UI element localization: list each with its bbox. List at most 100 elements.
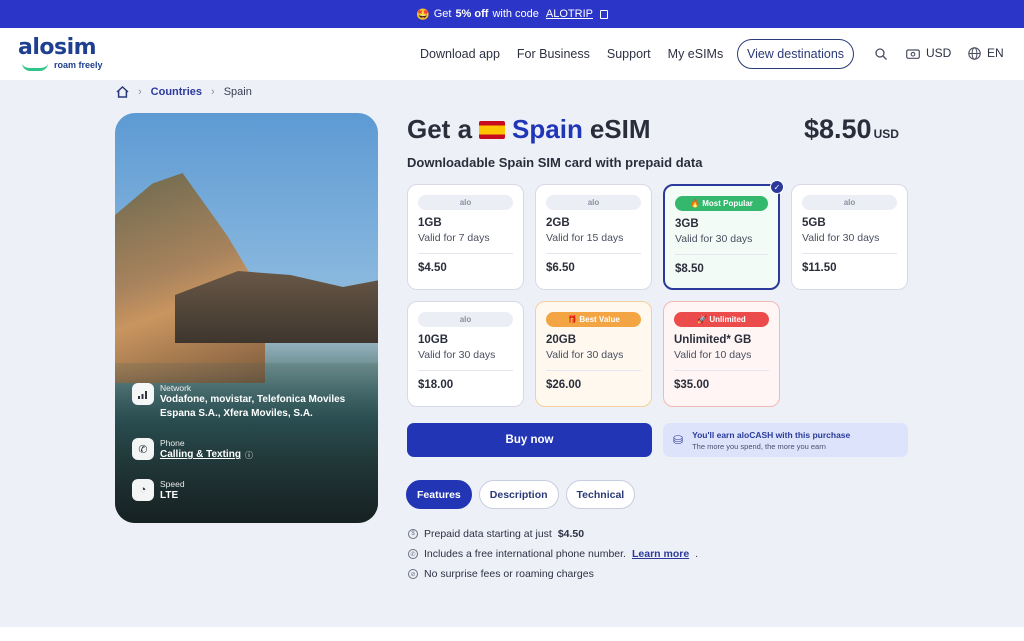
currency-selector[interactable]: USD — [906, 46, 951, 60]
plan-data: 5GB — [802, 217, 826, 229]
logo-tagline: roam freely — [54, 60, 103, 70]
learn-more-link[interactable]: Learn more — [632, 548, 689, 560]
divider — [418, 253, 513, 254]
alo-badge: alo — [546, 195, 641, 210]
price-value: $8.50 — [804, 114, 872, 144]
alo-badge: alo — [418, 312, 513, 327]
nav-support[interactable]: Support — [607, 47, 651, 61]
buy-now-button[interactable]: Buy now — [407, 423, 652, 457]
tab-technical[interactable]: Technical — [565, 480, 636, 509]
language-selector[interactable]: EN — [968, 46, 1004, 60]
promo-banner: 🤩 Get 5% off with code ALOTRIP — [0, 0, 1024, 28]
search-icon[interactable] — [875, 48, 887, 60]
plan-card-2gb[interactable]: alo 2GB Valid for 15 days $6.50 — [535, 184, 652, 290]
plan-validity: Valid for 30 days — [418, 349, 496, 361]
phone-value[interactable]: Calling & Texting — [160, 448, 241, 462]
feature-prepaid-price: $4.50 — [557, 528, 585, 540]
destination-image: Network Vodafone, movistar, Telefonica M… — [115, 113, 378, 523]
nav-download-app[interactable]: Download app — [420, 47, 500, 61]
plan-validity: Valid for 30 days — [546, 349, 624, 361]
breadcrumb-countries[interactable]: Countries — [151, 86, 202, 98]
nav-my-esims[interactable]: My eSIMs — [668, 47, 724, 61]
divider — [546, 253, 641, 254]
price-unit: USD — [873, 127, 899, 141]
speed-label: Speed — [160, 479, 185, 489]
divider — [674, 370, 769, 371]
logo-smile-icon — [22, 63, 48, 71]
title-esim: eSIM — [589, 114, 651, 144]
plan-validity: Valid for 30 days — [675, 233, 753, 245]
page-title: Get a Spain eSIM — [407, 114, 651, 145]
nav-links: Download app For Business Support My eSI… — [420, 28, 723, 80]
feature-no-fees-text: No surprise fees or roaming charges — [424, 568, 594, 580]
feature-no-fees: ⊘ No surprise fees or roaming charges — [408, 568, 594, 580]
plan-card-3gb[interactable]: ✓ 🔥 Most Popular 3GB Valid for 30 days $… — [663, 180, 784, 290]
most-popular-badge: 🔥 Most Popular — [675, 196, 768, 211]
network-info: Network Vodafone, movistar, Telefonica M… — [132, 383, 360, 421]
unlimited-badge: 🚀 Unlimited — [674, 312, 769, 327]
plan-data: 2GB — [546, 217, 570, 229]
no-fees-icon: ⊘ — [408, 569, 418, 579]
plan-validity: Valid for 7 days — [418, 232, 490, 244]
nav-for-business[interactable]: For Business — [517, 47, 590, 61]
promo-code[interactable]: ALOTRIP — [546, 8, 593, 20]
plan-card-1gb[interactable]: alo 1GB Valid for 7 days $4.50 — [407, 184, 524, 290]
promo-emoji: 🤩 — [416, 8, 430, 21]
chevron-right-icon: › — [211, 86, 215, 98]
spain-flag-icon — [479, 120, 506, 139]
plan-data: 3GB — [675, 218, 699, 230]
promo-mid: with code — [492, 8, 539, 20]
alo-badge: alo — [418, 195, 513, 210]
promo-offer: 5% off — [455, 8, 489, 20]
plan-price: $11.50 — [802, 262, 837, 274]
plan-validity: Valid for 15 days — [546, 232, 624, 244]
view-destinations-button[interactable]: View destinations — [737, 39, 854, 69]
alo-badge: alo — [802, 195, 897, 210]
breadcrumb-current: Spain — [223, 86, 252, 98]
top-nav: alosim roam freely Download app For Busi… — [0, 28, 1024, 80]
detail-tabs: Features Description Technical — [406, 480, 636, 509]
promo-prefix: Get — [433, 8, 452, 20]
logo[interactable]: alosim roam freely — [18, 37, 114, 73]
feature-phone-text: Includes a free international phone numb… — [424, 548, 626, 560]
home-icon[interactable] — [116, 86, 129, 98]
alocash-subtitle: The more you spend, the more you earn — [692, 441, 826, 451]
network-label: Network — [160, 383, 192, 393]
feature-prepaid-text: Prepaid data starting at just — [424, 528, 552, 540]
alocash-title: You'll earn aloCASH with this purchase — [692, 429, 851, 440]
phone-label: Phone — [160, 438, 185, 448]
page-footer-strip — [0, 627, 1024, 641]
plan-card-unlimited[interactable]: 🚀 Unlimited Unlimited* GB Valid for 10 d… — [663, 301, 780, 407]
dollar-icon: $ — [408, 529, 418, 539]
divider — [802, 253, 897, 254]
tab-features[interactable]: Features — [406, 480, 472, 509]
feature-prepaid: $ Prepaid data starting at just $4.50 — [408, 528, 584, 540]
plan-price: $4.50 — [418, 262, 447, 274]
period-text: . — [695, 548, 699, 560]
coins-icon: ⛁ — [673, 433, 684, 447]
plan-price: $26.00 — [546, 379, 582, 391]
best-value-badge: 🎁 Best Value — [546, 312, 641, 327]
copy-icon[interactable] — [600, 9, 608, 19]
selected-price: $8.50 USD — [804, 114, 899, 145]
signal-icon — [132, 383, 154, 405]
phone-icon: ✆ — [132, 438, 154, 460]
currency-icon — [906, 48, 920, 59]
plan-data: 1GB — [418, 217, 442, 229]
divider — [418, 370, 513, 371]
plan-price: $8.50 — [675, 263, 704, 275]
plan-card-20gb[interactable]: 🎁 Best Value 20GB Valid for 30 days $26.… — [535, 301, 652, 407]
title-country: Spain — [512, 114, 583, 144]
info-icon[interactable]: ⓘ — [245, 450, 253, 461]
breadcrumb: › Countries › Spain — [116, 86, 252, 98]
plan-price: $18.00 — [418, 379, 454, 391]
divider — [546, 370, 641, 371]
plan-card-10gb[interactable]: alo 10GB Valid for 30 days $18.00 — [407, 301, 524, 407]
speed-info: ◔ Speed LTE — [132, 479, 185, 503]
language-label: EN — [987, 46, 1004, 60]
title-get-a: Get a — [407, 114, 473, 144]
plan-card-5gb[interactable]: alo 5GB Valid for 30 days $11.50 — [791, 184, 908, 290]
page-subtitle: Downloadable Spain SIM card with prepaid… — [407, 155, 703, 170]
globe-icon — [968, 46, 981, 60]
tab-description[interactable]: Description — [478, 480, 559, 509]
